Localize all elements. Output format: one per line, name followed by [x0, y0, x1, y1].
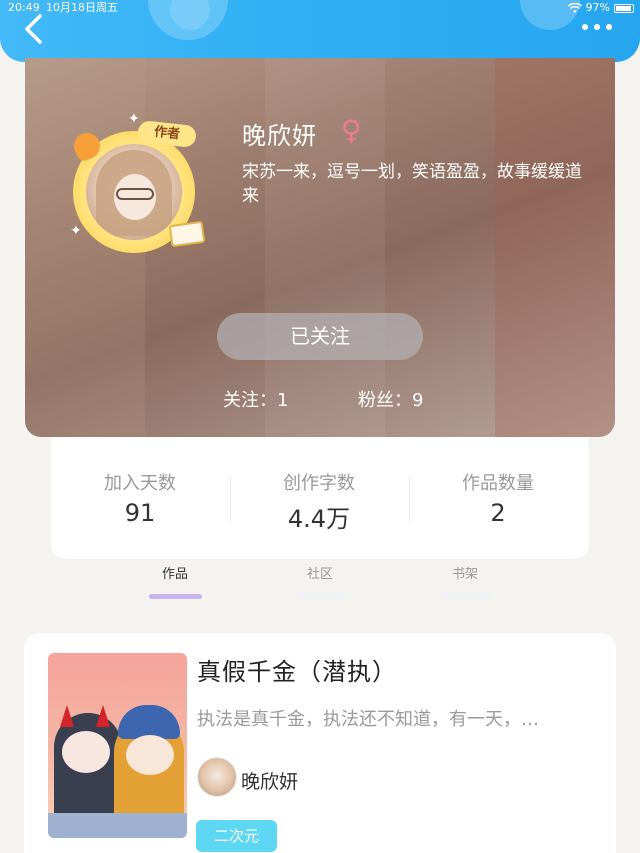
female-icon: ♀: [341, 114, 362, 147]
tab-label: 书架: [451, 567, 478, 582]
user-name: 晚欣妍: [242, 122, 317, 150]
stat-join-days: 加入天数 91: [60, 469, 220, 527]
profile-header: 作者 ✦ ✦ 晚欣妍 ♀ 宋苏一来，逗号一划，笑语盈盈，故事缓缓道来 已关注 关…: [25, 58, 615, 437]
work-title[interactable]: 真假千金（潜执）: [197, 652, 397, 687]
work-author-name: 晚欣妍: [241, 771, 299, 793]
avatar[interactable]: 作者 ✦ ✦: [69, 111, 206, 253]
more-button[interactable]: [582, 20, 614, 34]
stat-label: 加入天数: [104, 473, 176, 494]
follow-button[interactable]: 已关注: [217, 313, 423, 360]
dot-icon: [594, 24, 600, 30]
genre-tag[interactable]: 二次元: [196, 820, 277, 852]
work-description: 执法是真千金，执法还不知道，有一天，…: [197, 709, 539, 730]
tab-indicator: [293, 594, 347, 599]
user-bio: 宋苏一来，逗号一划，笑语盈盈，故事缓缓道来: [242, 162, 582, 206]
sparkle-icon: ✦: [70, 223, 82, 239]
back-button[interactable]: [20, 14, 48, 44]
fans-count[interactable]: 粉丝：9: [358, 386, 423, 412]
work-card[interactable]: 真假千金（潜执） 执法是真千金，执法还不知道，有一天，… 晚欣妍 二次元: [24, 633, 616, 853]
avatar-image: [86, 144, 182, 240]
wifi-icon: [567, 2, 582, 13]
stats-card: 加入天数 91 创作字数 4.4万 作品数量 2: [51, 437, 589, 559]
stat-word-count: 创作字数 4.4万: [239, 469, 399, 534]
tab-label: 作品: [161, 567, 188, 582]
tab-indicator: [438, 594, 492, 599]
stat-value: 2: [490, 499, 506, 527]
battery-icon: [614, 3, 634, 13]
top-bar: 20:49 10月18日周五 97%: [0, 0, 640, 62]
tab-works[interactable]: 作品: [135, 565, 215, 599]
tab-bookshelf[interactable]: 书架: [425, 565, 505, 599]
stat-value: 91: [124, 499, 156, 527]
author-avatar: [197, 757, 237, 797]
book-icon: [168, 220, 206, 248]
stat-work-count: 作品数量 2: [418, 469, 578, 527]
status-date: 10月18日周五: [46, 1, 118, 14]
background-blur: [495, 58, 615, 437]
background-blur: [265, 58, 385, 437]
tab-community[interactable]: 社区: [280, 565, 360, 599]
battery-percent: 97%: [585, 1, 610, 14]
tab-indicator-active: [148, 594, 202, 599]
stat-label: 创作字数: [283, 473, 355, 494]
book-cover[interactable]: [48, 653, 187, 838]
dot-icon: [606, 24, 612, 30]
chevron-left-icon: [25, 14, 42, 44]
dot-icon: [582, 24, 588, 30]
sparkle-icon: ✦: [128, 111, 140, 127]
tab-label: 社区: [306, 567, 333, 582]
following-count[interactable]: 关注：1: [223, 386, 288, 412]
divider: [409, 477, 410, 521]
stat-label: 作品数量: [462, 473, 534, 494]
divider: [230, 477, 231, 521]
stat-value: 4.4万: [287, 505, 351, 533]
status-right: 97%: [567, 0, 634, 16]
